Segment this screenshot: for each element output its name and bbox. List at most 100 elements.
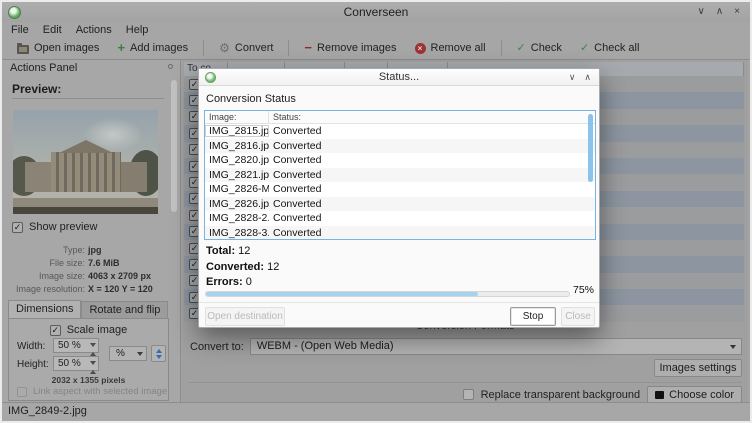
divider: [199, 302, 599, 303]
status-cell: Converted: [269, 212, 321, 224]
height-value: 50 %: [58, 358, 81, 369]
chevron-down-icon: [137, 352, 143, 356]
replace-background-label: Replace transparent background: [481, 389, 641, 401]
status-table-row[interactable]: IMG_2828-3.jpg Converted: [205, 226, 595, 241]
toolbar-separator: [203, 40, 204, 56]
info-value: X = 120 Y = 120: [88, 283, 153, 296]
status-cell: Converted: [269, 154, 321, 166]
check-all-button[interactable]: ✓ Check all: [573, 40, 646, 56]
window-title: Converseen: [2, 5, 750, 19]
chevron-down-icon: [730, 345, 736, 349]
dialog-title-bar: Status... ∨ ∧: [199, 69, 599, 86]
image-cell: IMG_2820.jpg: [205, 154, 269, 166]
check-icon: ✓: [517, 42, 526, 54]
info-value: 7.6 MiB: [88, 257, 120, 270]
tab-rotate-and-flip[interactable]: Rotate and flip: [81, 301, 168, 319]
format-select[interactable]: WEBM - (Open Web Media): [250, 338, 742, 355]
link-aspect-checkbox[interactable]: Link aspect with selected image: [17, 386, 167, 397]
status-table-row[interactable]: IMG_2816.jpg Converted: [205, 139, 595, 154]
totals-block: Total: 12 Converted: 12 Errors: 0: [206, 244, 279, 291]
remove-all-button[interactable]: × Remove all: [408, 40, 493, 56]
status-table-row[interactable]: IMG_2820.jpg Converted: [205, 153, 595, 168]
dialog-minimize-icon[interactable]: ∨: [569, 69, 576, 86]
status-cell: Converted: [269, 183, 321, 195]
panel-float-icon[interactable]: [168, 64, 173, 69]
preview-image: [13, 110, 158, 214]
image-cell: IMG_2821.jpg: [205, 169, 269, 181]
status-cell: Converted: [269, 227, 321, 239]
menu-bar: File Edit Actions Help: [2, 22, 750, 37]
height-label: Height:: [17, 359, 49, 370]
check-label: Check: [531, 42, 562, 54]
converted-value: 12: [264, 261, 279, 273]
menu-file[interactable]: File: [11, 24, 29, 36]
status-table-row[interactable]: IMG_2815.jpg Converted: [205, 124, 595, 139]
image-column-header[interactable]: Image:: [205, 111, 269, 123]
format-value: WEBM - (Open Web Media): [257, 340, 394, 352]
conversion-status-heading: Conversion Status: [206, 93, 296, 105]
height-spinner[interactable]: 50 %: [53, 356, 99, 371]
width-label: Width:: [17, 341, 45, 352]
dialog-maximize-icon[interactable]: ∧: [584, 69, 591, 86]
minimize-icon[interactable]: ∨: [698, 2, 705, 22]
open-images-button[interactable]: Open images: [10, 40, 106, 56]
menu-edit[interactable]: Edit: [43, 24, 62, 36]
close-icon[interactable]: ×: [734, 2, 740, 22]
check-all-icon: ✓: [580, 42, 589, 54]
menu-actions[interactable]: Actions: [76, 24, 112, 36]
toolbar-separator: [288, 40, 289, 56]
info-label: File size:: [2, 257, 88, 270]
remove-images-button[interactable]: − Remove images: [297, 40, 403, 56]
errors-label: Errors:: [206, 276, 243, 288]
check-all-label: Check all: [594, 42, 639, 54]
info-label: Image resolution:: [2, 283, 88, 296]
convert-button[interactable]: ⚙ Convert: [212, 40, 280, 56]
status-cell: Converted: [269, 169, 321, 181]
status-table-row[interactable]: IMG_2821.jpg Converted: [205, 168, 595, 183]
check-button[interactable]: ✓ Check: [510, 40, 569, 56]
menu-help[interactable]: Help: [126, 24, 149, 36]
scaled-pixels-note: 2032 x 1355 pixels: [9, 375, 168, 385]
errors-value: 0: [243, 276, 252, 288]
link-aspect-label: Link aspect with selected image: [33, 386, 167, 397]
unit-select[interactable]: %: [109, 346, 147, 361]
status-cell: Converted: [269, 198, 321, 210]
image-cell: IMG_2815.jpg: [205, 125, 269, 137]
status-table-row[interactable]: IMG_2828-2.jpg Converted: [205, 211, 595, 226]
close-button[interactable]: Close: [561, 307, 595, 326]
choose-color-button[interactable]: Choose color: [647, 386, 742, 403]
image-cell: IMG_2828-2.jpg: [205, 212, 269, 224]
status-bar-filename: IMG_2849-2.jpg: [8, 405, 87, 417]
tab-dimensions[interactable]: Dimensions: [8, 300, 81, 319]
remove-all-icon: ×: [415, 43, 426, 54]
status-table-rows: IMG_2815.jpg Converted IMG_2816.jpg Conv…: [205, 124, 595, 240]
panel-scrollbar[interactable]: [171, 80, 177, 380]
unit-value: %: [116, 348, 125, 359]
open-destination-button[interactable]: Open destination: [205, 307, 285, 326]
checkbox-checked-icon: ✓: [50, 325, 61, 336]
add-images-button[interactable]: + Add images: [110, 40, 195, 56]
status-column-header[interactable]: Status:: [269, 111, 301, 123]
swap-dimensions-button[interactable]: [151, 345, 166, 362]
maximize-icon[interactable]: ∧: [716, 2, 723, 22]
status-table-row[interactable]: IMG_2826-Mo... Converted: [205, 182, 595, 197]
dialog-table-scrollbar[interactable]: [588, 114, 593, 236]
show-preview-checkbox[interactable]: ✓ Show preview: [12, 221, 97, 233]
status-dialog: Status... ∨ ∧ Conversion Status Image: S…: [198, 68, 600, 328]
checkbox-checked-icon: ✓: [12, 222, 23, 233]
panel-tabs: Dimensions Rotate and flip: [8, 300, 168, 319]
scale-image-checkbox[interactable]: ✓ Scale image: [9, 324, 168, 336]
converted-label: Converted:: [206, 261, 264, 273]
info-label: Type:: [2, 244, 88, 257]
title-bar: Converseen ∨ ∧ ×: [2, 2, 750, 22]
stop-button[interactable]: Stop: [510, 307, 556, 326]
image-cell: IMG_2816.jpg: [205, 140, 269, 152]
width-spinner[interactable]: 50 %: [53, 338, 99, 353]
divider: [12, 98, 164, 99]
choose-color-label: Choose color: [669, 389, 734, 401]
replace-background-checkbox[interactable]: [463, 389, 474, 400]
arrow-down-icon: [156, 355, 162, 359]
converseen-window: Converseen ∨ ∧ × File Edit Actions Help …: [0, 0, 752, 423]
status-table-row[interactable]: IMG_2826.jpg Converted: [205, 197, 595, 212]
images-settings-button[interactable]: Images settings: [654, 359, 742, 377]
